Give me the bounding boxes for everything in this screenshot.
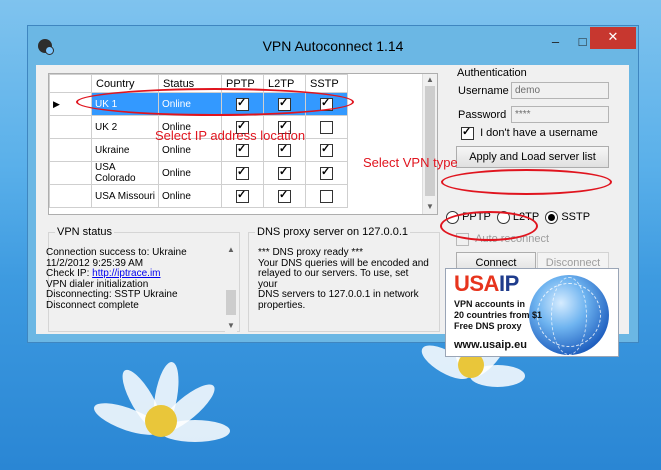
sstp-checkbox[interactable] xyxy=(320,189,333,203)
table-scrollbar[interactable]: ▲ ▼ xyxy=(422,74,437,214)
annotation-ellipse-connect xyxy=(440,211,538,241)
row-header xyxy=(49,184,92,208)
pptp-checkbox[interactable] xyxy=(236,165,249,180)
minimize-button[interactable]: – xyxy=(542,32,569,54)
scroll-down-icon[interactable]: ▼ xyxy=(426,202,434,211)
ad-url[interactable]: www.usaip.eu xyxy=(454,339,527,351)
check-ip-label: Check IP: xyxy=(46,268,90,280)
scroll-down-icon[interactable]: ▼ xyxy=(227,321,235,330)
column-header-sstp[interactable]: SSTP xyxy=(305,74,348,93)
radio-sstp-button[interactable] xyxy=(545,211,559,224)
vpn-status-log: Connection success to: Ukraine 11/2/2012… xyxy=(46,247,216,312)
vpn-status-title: VPN status xyxy=(55,226,115,238)
annotation-select-ip: Select IP address location xyxy=(155,128,306,143)
logo-usa-text: USA xyxy=(454,271,499,296)
pptp-checkbox[interactable] xyxy=(236,188,249,203)
radio-sstp-label: SSTP xyxy=(561,211,591,224)
scrollbar-thumb[interactable] xyxy=(425,86,435,196)
sstp-checkbox[interactable] xyxy=(320,142,333,157)
status-scrollbar[interactable]: ▲ ▼ xyxy=(225,245,237,333)
cell-status[interactable]: Online xyxy=(158,161,222,185)
username-field[interactable] xyxy=(511,82,609,99)
cell-status[interactable]: Online xyxy=(158,184,222,208)
logo-ip-text: IP xyxy=(498,271,519,296)
cell-country[interactable]: Ukraine xyxy=(91,138,159,162)
table-row[interactable]: USA Colorado Online xyxy=(49,161,348,185)
usaip-ad-banner[interactable]: USAIP VPN accounts in 20 countries from … xyxy=(445,268,619,357)
cell-country[interactable]: UK 2 xyxy=(91,115,159,139)
dns-line: *** DNS proxy ready *** xyxy=(258,247,364,258)
row-pointer-icon: ▶ xyxy=(53,98,60,109)
no-username-option[interactable]: I don't have a username xyxy=(461,125,598,140)
l2tp-checkbox[interactable] xyxy=(278,165,291,180)
radio-sstp[interactable]: SSTP xyxy=(545,211,591,224)
l2tp-checkbox[interactable] xyxy=(278,188,291,203)
authentication-title: Authentication xyxy=(457,67,527,79)
password-field[interactable] xyxy=(511,106,609,123)
annotation-ellipse-vpn-type xyxy=(441,169,612,195)
sstp-checkbox[interactable] xyxy=(320,120,333,134)
close-button[interactable]: ✕ xyxy=(590,27,636,49)
no-username-checkbox[interactable] xyxy=(461,125,474,140)
ad-line: VPN accounts in xyxy=(454,299,526,309)
row-header-corner xyxy=(49,74,92,93)
sstp-checkbox[interactable] xyxy=(320,165,333,180)
cell-country[interactable]: USA Missouri xyxy=(91,184,159,208)
ad-line: 20 countries from $1 xyxy=(454,310,543,320)
no-username-label: I don't have a username xyxy=(480,127,598,140)
cell-country[interactable]: USA Colorado xyxy=(91,161,159,185)
ad-line: Free DNS proxy xyxy=(454,321,522,331)
password-label: Password xyxy=(458,109,507,121)
check-ip-link[interactable]: http://iptrace.im xyxy=(92,268,160,279)
status-line: Connection success to: Ukraine xyxy=(46,247,187,258)
scroll-up-icon[interactable]: ▲ xyxy=(227,245,235,254)
table-row[interactable]: USA Missouri Online xyxy=(49,184,348,208)
usaip-logo: USAIP xyxy=(454,271,519,297)
dns-proxy-title: DNS proxy server on 127.0.0.1 xyxy=(255,226,411,238)
scroll-up-icon[interactable]: ▲ xyxy=(426,75,434,84)
title-bar[interactable]: VPN Autoconnect 1.14 – □ ✕ xyxy=(28,26,638,64)
status-line: Disconnect complete xyxy=(46,299,139,311)
apply-load-servers-button[interactable]: Apply and Load server list xyxy=(456,146,609,168)
username-label: Username xyxy=(458,85,509,97)
row-header xyxy=(49,138,92,162)
pptp-checkbox[interactable] xyxy=(236,142,249,157)
l2tp-checkbox[interactable] xyxy=(278,142,291,157)
dns-line: relayed to our servers. To use, set your xyxy=(258,268,409,290)
row-header xyxy=(49,115,92,139)
annotation-select-vpn: Select VPN type xyxy=(363,155,458,170)
dns-proxy-log: *** DNS proxy ready *** Your DNS queries… xyxy=(258,247,430,312)
scrollbar-thumb[interactable] xyxy=(226,290,236,315)
annotation-ellipse-server xyxy=(76,88,354,116)
dns-line: properties. xyxy=(258,299,306,311)
row-header xyxy=(49,161,92,185)
